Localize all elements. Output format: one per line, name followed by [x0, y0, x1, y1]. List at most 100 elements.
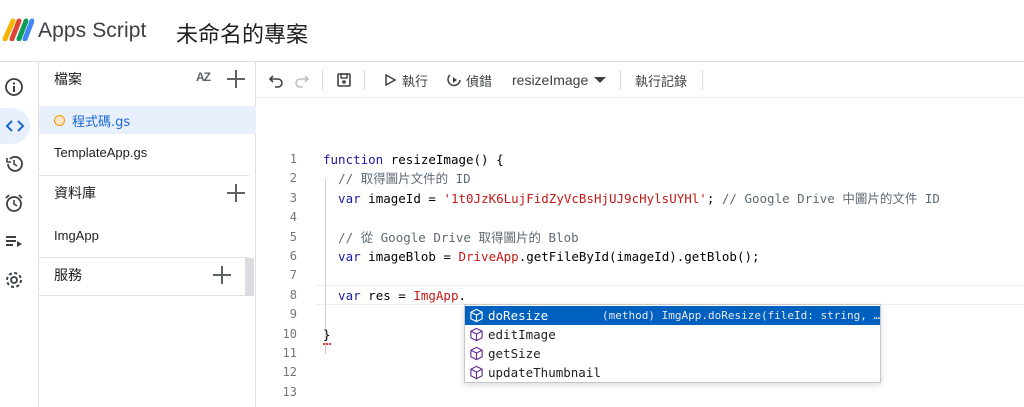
divider — [39, 295, 249, 296]
line-number: 4 — [289, 210, 297, 225]
add-library-icon[interactable] — [227, 184, 245, 202]
code-line[interactable]: 13 — [256, 383, 1024, 402]
suggestion-item[interactable]: updateThumbnail — [465, 363, 880, 382]
libraries-section-header: 資料庫 — [39, 176, 249, 210]
suggestion-label: updateThumbnail — [488, 364, 601, 380]
libraries-label: 資料庫 — [54, 186, 96, 202]
suggestion-item[interactable]: editImage — [465, 325, 880, 344]
code-line[interactable]: 4 — [256, 208, 1024, 227]
library-name: ImgApp — [54, 227, 99, 243]
code-token: ImgApp — [413, 287, 459, 303]
gear-icon — [6, 272, 22, 288]
rail-editor[interactable] — [0, 108, 30, 144]
code-text: var res = ImgApp. — [323, 286, 466, 305]
rail-executions[interactable] — [0, 223, 28, 259]
code-text: // 從 Google Drive 取得圖片的 Blob — [323, 228, 579, 247]
run-label: 執行 — [402, 74, 429, 90]
code-line[interactable]: 7 — [256, 266, 1024, 285]
undo-button[interactable] — [268, 62, 284, 98]
file-item-main[interactable]: 程式碼.gs — [39, 106, 256, 134]
method-cube-icon — [470, 346, 483, 361]
error-squiggle — [323, 342, 331, 345]
redo-button[interactable] — [294, 62, 310, 98]
editor-toolbar: 執行 偵錯 resizeImage 執行記錄 — [256, 62, 1024, 98]
services-label: 服務 — [54, 268, 82, 284]
line-number: 13 — [282, 384, 297, 399]
suggestion-label: getSize — [488, 345, 541, 361]
save-icon — [337, 73, 351, 87]
line-number: 3 — [289, 190, 297, 205]
play-icon — [385, 73, 397, 87]
execution-log-button[interactable]: 執行記錄 — [631, 62, 687, 98]
save-button[interactable] — [336, 62, 352, 98]
code-token: var — [323, 190, 361, 206]
add-file-icon[interactable] — [227, 70, 245, 88]
code-token: res = — [360, 287, 414, 303]
history-icon — [6, 156, 23, 172]
function-select-value: resizeImage — [512, 72, 589, 88]
code-text: function resizeImage() { — [323, 150, 504, 169]
alarm-icon — [5, 194, 23, 212]
code-token: function — [323, 152, 384, 167]
project-title[interactable]: 未命名的專案 — [176, 17, 308, 49]
code-token: imageBlob = — [360, 249, 459, 264]
app-header: Apps Script 未命名的專案 — [0, 0, 1024, 62]
services-section-header: 服務 — [39, 258, 249, 292]
code-token: // 從 Google Drive 取得圖片的 Blob — [323, 229, 579, 245]
redo-icon — [295, 75, 310, 88]
code-token: DriveApp — [458, 249, 519, 264]
suggestion-item[interactable]: doResize (method) ImgApp.doResize(fileId… — [465, 306, 880, 326]
add-service-icon[interactable] — [213, 266, 231, 284]
line-number: 1 — [289, 152, 297, 166]
rail-overview[interactable] — [0, 69, 28, 105]
files-label: 檔案 — [54, 72, 82, 88]
code-line[interactable]: 2 // 取得圖片文件的 ID — [256, 169, 1024, 188]
run-button[interactable]: 執行 — [382, 62, 428, 98]
rail-deployments[interactable] — [0, 146, 28, 182]
line-number: 12 — [282, 365, 297, 380]
code-icon — [5, 120, 25, 132]
file-name: TemplateApp.gs — [54, 144, 148, 160]
code-line[interactable]: 6 var imageBlob = DriveApp.getFileById(i… — [256, 247, 1024, 266]
line-number: 2 — [289, 171, 297, 186]
debug-button[interactable]: 偵錯 — [446, 62, 492, 98]
rail-settings[interactable] — [0, 262, 28, 298]
app-name[interactable]: Apps Script — [38, 19, 146, 43]
files-section-header: 檔案 AZ — [39, 62, 249, 96]
undo-icon — [268, 75, 283, 88]
code-line[interactable]: 1 function resizeImage() { — [256, 150, 1024, 169]
code-line[interactable]: 8 var res = ImgApp. — [256, 286, 1024, 305]
code-line[interactable]: 5 // 從 Google Drive 取得圖片的 Blob — [256, 228, 1024, 247]
code-text: var imageBlob = DriveApp.getFileById(ima… — [323, 247, 759, 266]
code-token: } — [323, 326, 331, 342]
chevron-down-icon — [594, 77, 607, 83]
execution-log-label: 執行記錄 — [635, 74, 688, 90]
code-token: . — [458, 287, 467, 303]
line-number: 5 — [289, 229, 297, 244]
line-number: 10 — [282, 326, 297, 341]
files-scrollbar[interactable] — [245, 258, 254, 296]
function-select[interactable]: resizeImage — [512, 62, 607, 98]
autocomplete-popup: doResize (method) ImgApp.doResize(fileId… — [464, 304, 881, 383]
line-number: 11 — [282, 346, 297, 360]
info-icon — [5, 78, 23, 96]
line-number: 8 — [289, 287, 297, 302]
code-token: // 取得圖片文件的 ID — [323, 171, 471, 187]
rail-triggers[interactable] — [0, 185, 28, 221]
code-token: var — [323, 287, 361, 303]
line-number: 7 — [289, 268, 297, 283]
method-cube-icon — [470, 308, 483, 323]
suggestion-item[interactable]: getSize — [465, 344, 880, 363]
library-item-imgapp[interactable]: ImgApp — [39, 221, 256, 249]
unsaved-dot-icon — [54, 115, 65, 126]
code-line[interactable]: 3 var imageId = '1t0JzK6LujFidZyVcBsHjUJ… — [256, 189, 1024, 208]
sort-az-icon[interactable]: AZ — [196, 70, 211, 84]
apps-script-logo-icon — [2, 18, 34, 41]
divider — [364, 70, 365, 90]
code-token: // Google Drive 中圖片的文件 ID — [721, 190, 940, 206]
files-panel: 檔案 AZ 程式碼.gs TemplateApp.gs 資料庫 ImgApp 服… — [39, 62, 256, 407]
code-text: // 取得圖片文件的 ID — [323, 169, 471, 188]
left-rail — [0, 62, 39, 407]
file-item-templateapp[interactable]: TemplateApp.gs — [39, 138, 256, 166]
debug-label: 偵錯 — [466, 74, 493, 90]
